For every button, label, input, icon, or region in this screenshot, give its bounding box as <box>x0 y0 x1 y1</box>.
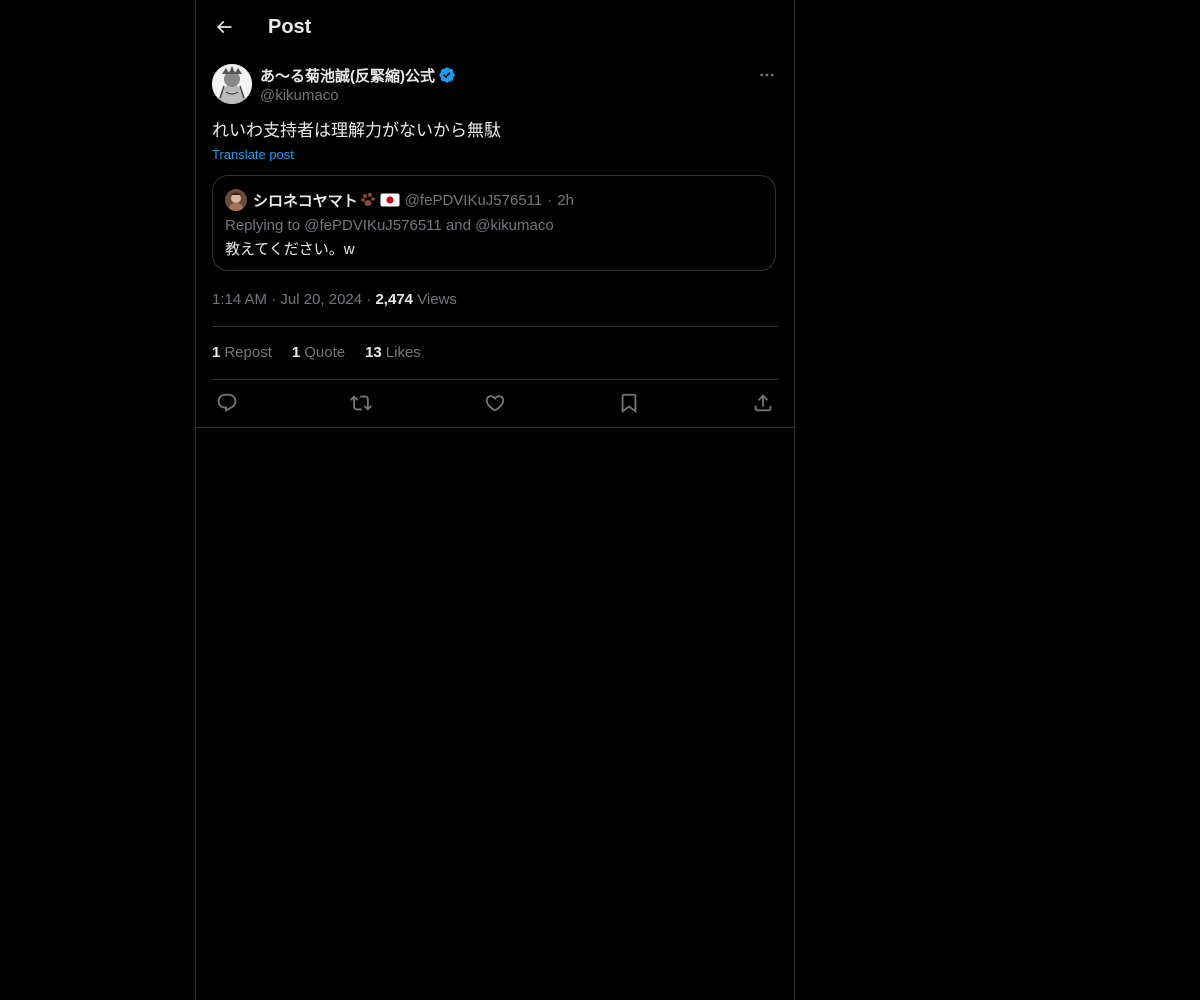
post-text: れいわ支持者は理解力がないから無駄 <box>212 121 501 140</box>
separator-dot: · <box>547 191 553 209</box>
page-title: Post <box>268 16 312 38</box>
post-date[interactable]: Jul 20, 2024 <box>280 291 362 308</box>
quote-avatar <box>225 189 247 211</box>
views-label: Views <box>417 291 457 308</box>
reposts-label: Repost <box>224 344 272 361</box>
likes-stat[interactable]: 13 Likes <box>365 343 421 363</box>
views-count: 2,474 <box>375 291 414 308</box>
quotes-stat[interactable]: 1 Quote <box>292 343 345 363</box>
quotes-label: Quote <box>304 344 346 361</box>
quotes-count: 1 <box>291 344 301 361</box>
share-button[interactable] <box>748 390 778 416</box>
divider <box>212 379 778 380</box>
likes-label: Likes <box>385 344 421 361</box>
repost-button[interactable] <box>346 390 376 416</box>
quote-replying-to: Replying to @fePDVIKuJ576511 and @kikuma… <box>225 217 554 234</box>
likes-count: 13 <box>365 344 382 361</box>
repost-icon <box>350 395 372 411</box>
quote-author-handle: @fePDVIKuJ576511 <box>404 191 543 209</box>
quoted-post[interactable]: シロネコヤマト @fePDVIKuJ576511 · 2h Replying t… <box>212 175 776 271</box>
paw-emoji-icon <box>360 192 378 208</box>
more-horizontal-icon <box>760 73 774 77</box>
translate-post-link[interactable]: Translate post <box>212 146 294 164</box>
back-button[interactable] <box>206 9 242 45</box>
separator-dot: · <box>271 291 281 308</box>
quote-author-name: シロネコヤマト <box>253 192 358 210</box>
post-stats: 1 Repost 1 Quote 13 Likes <box>212 343 441 363</box>
arrow-left-icon <box>216 20 232 34</box>
post-meta: 1:14 AM · Jul 20, 2024 · 2,474 Views <box>212 290 457 310</box>
reply-button[interactable] <box>212 390 242 416</box>
bookmark-button[interactable] <box>614 390 644 416</box>
author-avatar[interactable] <box>212 64 252 104</box>
post-author: あ〜る菊池誠(反緊縮)公式 @kikumaco <box>212 64 778 108</box>
action-bar <box>212 390 778 416</box>
heart-icon <box>485 395 505 412</box>
author-name-row: あ〜る菊池誠(反緊縮)公式 <box>260 65 456 85</box>
reposts-stat[interactable]: 1 Repost <box>212 343 272 363</box>
reply-icon <box>217 393 237 412</box>
japan-flag-icon <box>380 193 400 207</box>
quote-timestamp: 2h <box>557 191 574 209</box>
author-handle[interactable]: @kikumaco <box>260 86 339 106</box>
main-column: Post あ〜る菊池誠(反緊縮)公式 @kikumaco れいわ支持者は理解力が… <box>195 0 795 1000</box>
share-icon <box>754 394 772 412</box>
more-button[interactable] <box>756 64 778 86</box>
post-time[interactable]: 1:14 AM <box>212 291 267 308</box>
divider <box>212 326 778 327</box>
author-name[interactable]: あ〜る菊池誠(反緊縮)公式 <box>260 65 435 86</box>
verified-badge-icon <box>439 67 455 83</box>
quote-text: 教えてください。w <box>225 241 355 258</box>
bookmark-icon <box>621 393 637 414</box>
quote-header: シロネコヤマト @fePDVIKuJ576511 · 2h <box>253 190 574 210</box>
reposts-count: 1 <box>212 344 221 361</box>
like-button[interactable] <box>480 390 510 416</box>
page-header: Post <box>196 0 794 54</box>
post-bottom-border <box>196 427 794 428</box>
